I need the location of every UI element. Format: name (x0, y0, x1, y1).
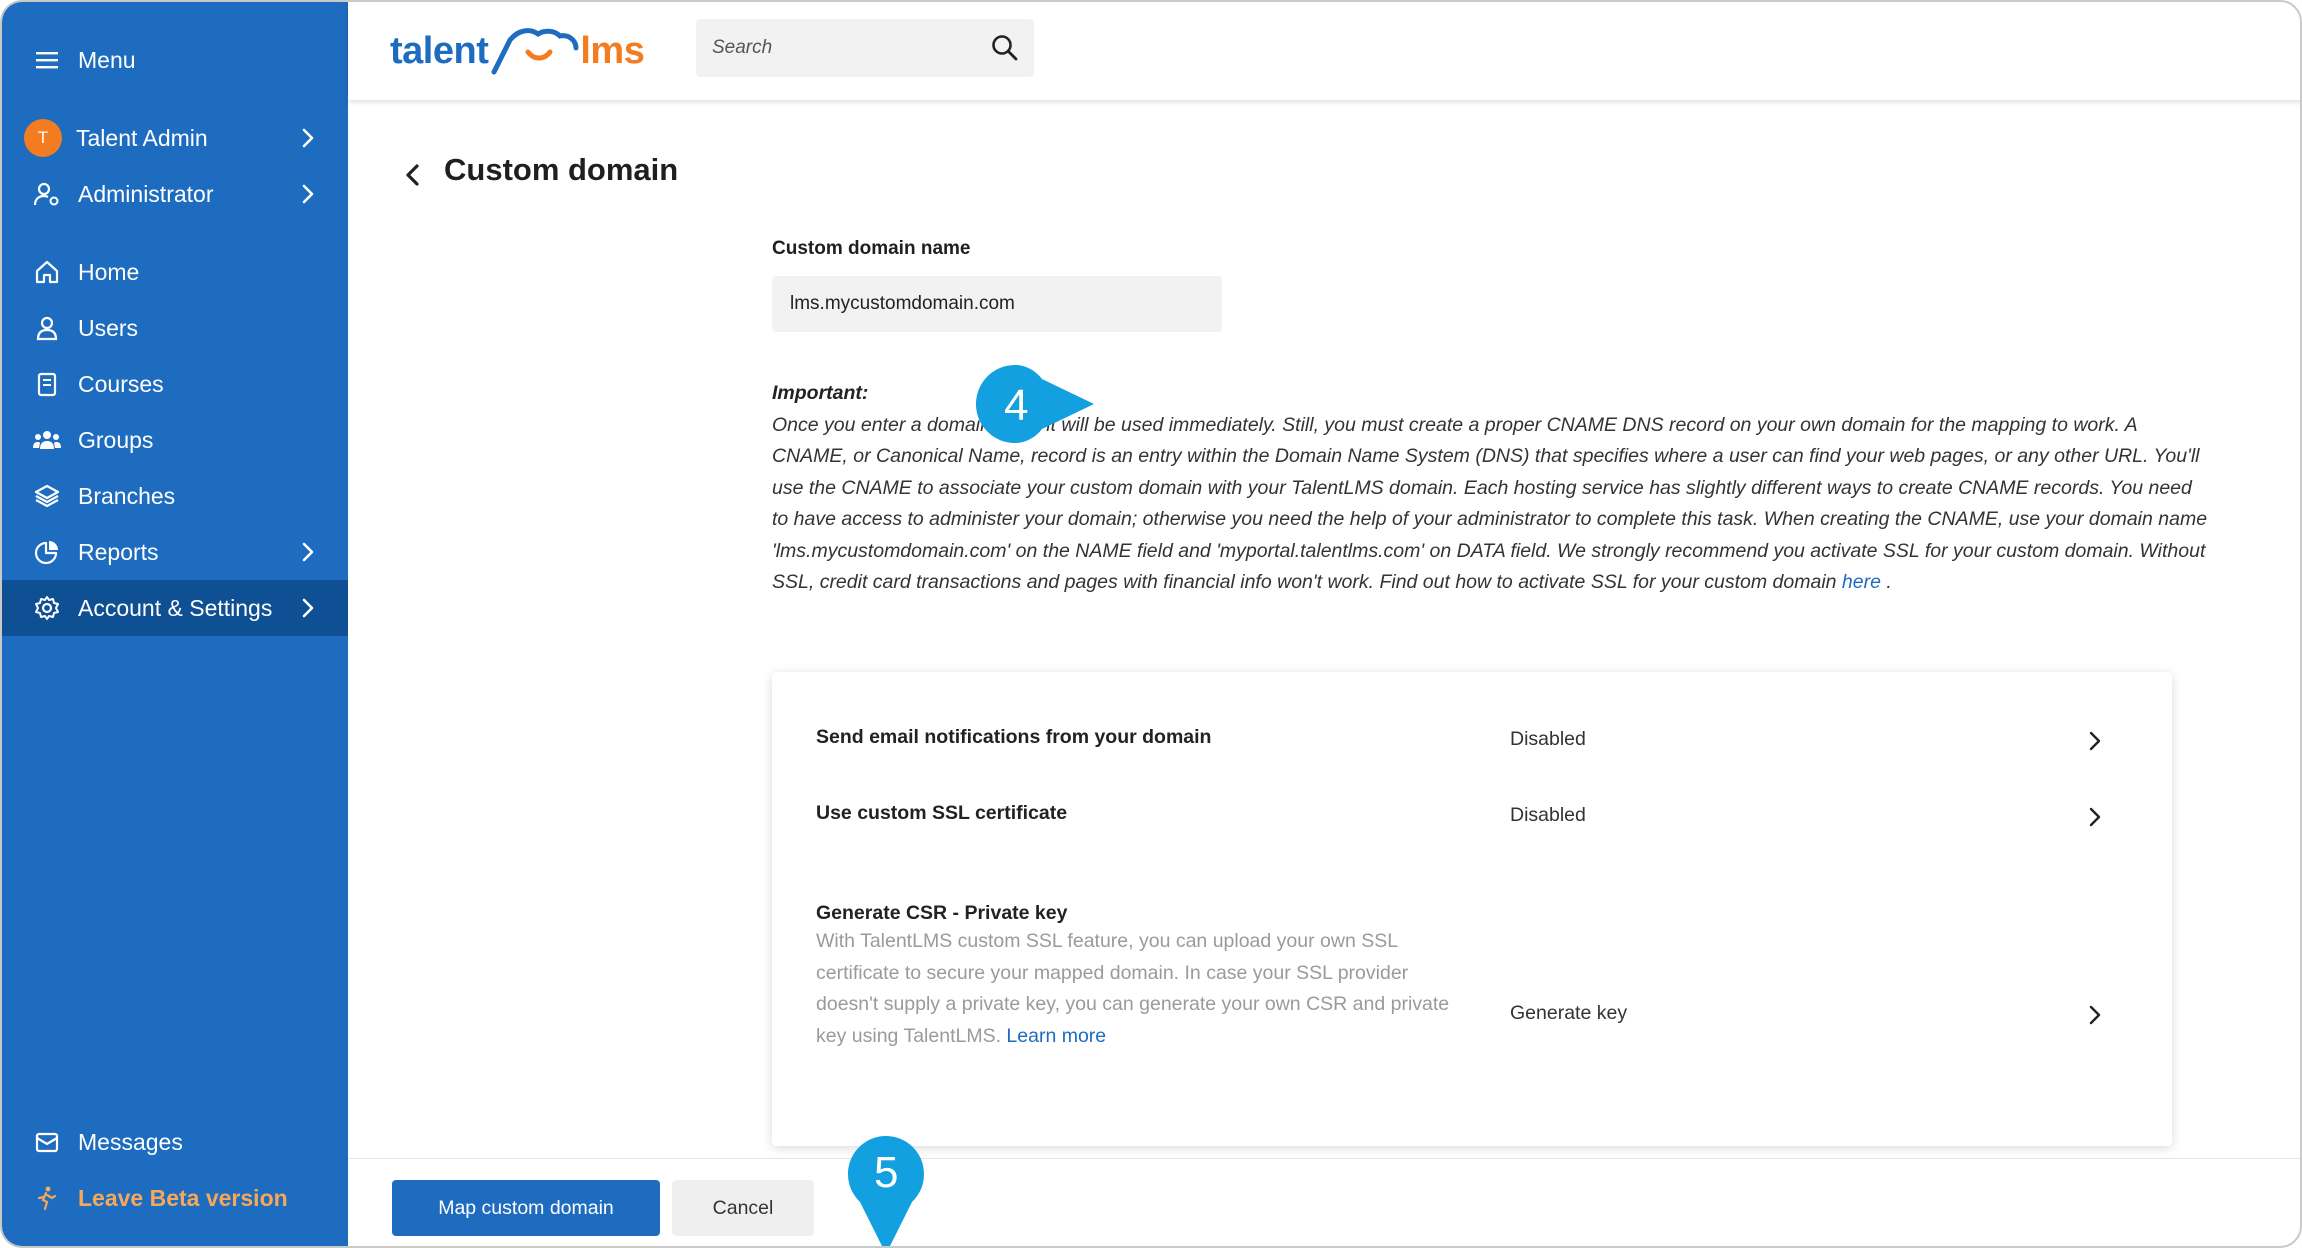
main-content: Custom domain Custom domain name Importa… (348, 100, 2300, 1246)
page-title: Custom domain (444, 152, 679, 187)
sidebar-item-label: Branches (78, 482, 176, 509)
callout-marker-icon (976, 365, 1094, 443)
back-arrow-icon[interactable] (398, 160, 428, 190)
step-number: 5 (874, 1148, 899, 1197)
sidebar-item-groups[interactable]: Groups (2, 412, 348, 468)
user-icon (32, 313, 62, 343)
map-custom-domain-button[interactable]: Map custom domain (392, 1180, 660, 1236)
cancel-button[interactable]: Cancel (672, 1180, 814, 1236)
sidebar: Menu T Talent Admin Administrator Home U… (2, 2, 348, 1246)
sidebar-item-label: Home (78, 258, 140, 285)
leave-beta-label: Leave Beta version (78, 1184, 288, 1211)
groups-icon (32, 425, 62, 455)
sidebar-item-label: Account & Settings (78, 594, 273, 621)
sidebar-item-label: Reports (78, 538, 159, 565)
sidebar-item-users[interactable]: Users (2, 300, 348, 356)
sidebar-item-branches[interactable]: Branches (2, 468, 348, 524)
menu-label: Menu (78, 46, 136, 73)
profile-name: Talent Admin (76, 124, 208, 151)
chevron-right-icon (2089, 1005, 2101, 1025)
talentlms-logo[interactable]: talent lms (390, 24, 645, 78)
custom-domain-input[interactable] (772, 276, 1222, 332)
sidebar-item-home[interactable]: Home (2, 244, 348, 300)
logo-text-lms: lms (580, 29, 645, 72)
avatar: T (24, 119, 62, 157)
learn-more-link[interactable]: Learn more (1006, 1025, 1106, 1047)
cloud-logo-icon (491, 28, 579, 75)
chevron-right-icon (2089, 731, 2101, 751)
hamburger-icon (32, 45, 62, 75)
sidebar-item-reports[interactable]: Reports (2, 524, 348, 580)
sidebar-item-courses[interactable]: Courses (2, 356, 348, 412)
layers-icon (32, 481, 62, 511)
row-generate-csr[interactable]: Generate CSR - Private key With TalentLM… (772, 896, 2172, 1146)
user-settings-icon (32, 179, 62, 209)
book-icon (32, 369, 62, 399)
app-window: Menu T Talent Admin Administrator Home U… (0, 0, 2302, 1248)
home-icon (32, 257, 62, 287)
sidebar-item-label: Groups (78, 426, 154, 453)
chevron-right-icon (302, 542, 314, 562)
row-title: Use custom SSL certificate (816, 802, 1068, 824)
row-action: Generate key (1510, 1002, 1628, 1024)
chevron-right-icon (302, 128, 314, 148)
leave-beta-link[interactable]: Leave Beta version (2, 1170, 348, 1226)
role-label: Administrator (78, 180, 214, 207)
top-bar: talent lms (348, 2, 2300, 100)
sidebar-item-role[interactable]: Administrator (2, 166, 348, 222)
sidebar-item-label: Messages (78, 1128, 183, 1155)
pie-chart-icon (32, 537, 62, 567)
row-description-text: With TalentLMS custom SSL feature, you c… (816, 930, 1450, 1047)
row-description: With TalentLMS custom SSL feature, you c… (816, 926, 1456, 1052)
logo-text-talent: talent (390, 29, 489, 72)
footer-divider (348, 1158, 2300, 1159)
ssl-help-link[interactable]: here (1842, 571, 1881, 593)
step-4-callout: 4 (974, 363, 1096, 445)
chevron-right-icon (302, 184, 314, 204)
important-end: . (1880, 571, 1892, 593)
sidebar-item-profile[interactable]: T Talent Admin (2, 110, 348, 166)
sidebar-item-messages[interactable]: Messages (2, 1114, 348, 1170)
row-status: Disabled (1510, 804, 1586, 826)
row-custom-ssl[interactable]: Use custom SSL certificate Disabled (772, 784, 2172, 896)
step-number: 4 (1004, 381, 1029, 430)
row-status: Disabled (1510, 728, 1586, 750)
row-title: Send email notifications from your domai… (816, 726, 1212, 748)
menu-toggle[interactable]: Menu (2, 32, 348, 88)
search-input[interactable] (712, 37, 972, 59)
domain-settings-card: Send email notifications from your domai… (772, 672, 2172, 1146)
row-email-notifications[interactable]: Send email notifications from your domai… (772, 672, 2172, 784)
exit-icon (32, 1183, 62, 1213)
row-title: Generate CSR - Private key (816, 902, 1068, 924)
sidebar-item-label: Courses (78, 370, 164, 397)
custom-domain-label: Custom domain name (772, 238, 971, 259)
message-icon (32, 1127, 62, 1157)
search-icon[interactable] (990, 33, 1020, 63)
step-5-callout: 5 (846, 1134, 926, 1246)
chevron-right-icon (2089, 807, 2101, 827)
search-box[interactable] (696, 19, 1034, 77)
chevron-right-icon (302, 598, 314, 618)
gear-icon (32, 593, 62, 623)
sidebar-item-account-settings[interactable]: Account & Settings (2, 580, 348, 636)
sidebar-item-label: Users (78, 314, 139, 341)
